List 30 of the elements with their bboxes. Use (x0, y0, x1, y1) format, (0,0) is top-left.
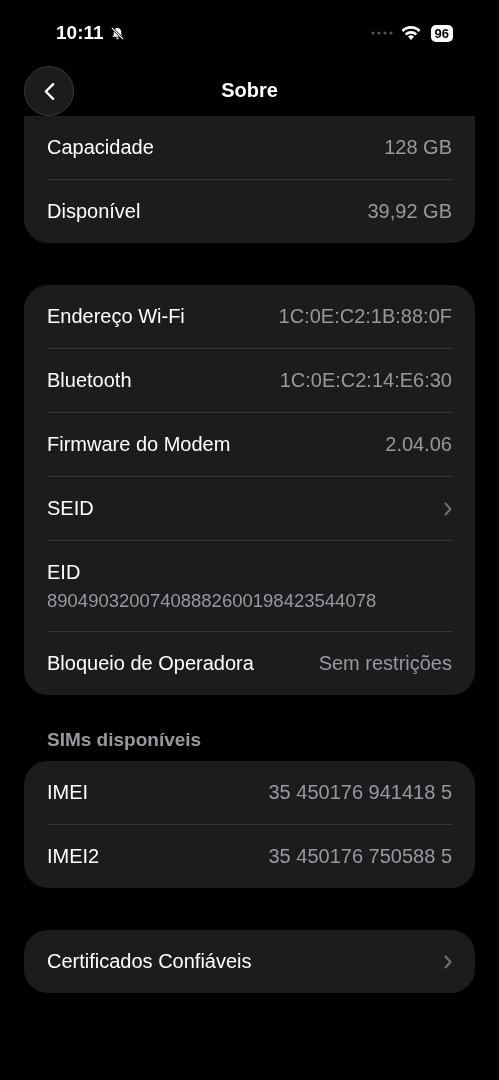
row-value: Sem restrições (318, 652, 452, 675)
section-header: SIMs disponíveis (47, 729, 203, 751)
row-value: 1C:0E:C2:1B:88:0F (278, 305, 452, 328)
chevron-right-icon (444, 954, 452, 969)
row-value: 35 450176 750588 5 (268, 845, 452, 868)
row-label: EID (47, 560, 81, 584)
row-label: IMEI2 (47, 845, 100, 868)
row-value: 128 GB (384, 136, 452, 159)
row-value: 89049032007408882600198423544078 (47, 589, 377, 612)
page-title: Sobre (221, 78, 278, 102)
row-label: Firmware do Modem (47, 433, 231, 456)
row-label: IMEI (47, 781, 89, 804)
back-button[interactable] (24, 66, 74, 116)
signal-icon (370, 31, 395, 35)
row-value: 2.04.06 (385, 433, 452, 456)
chevron-right-icon (444, 501, 452, 516)
status-time: 10:11 (56, 22, 104, 44)
row-value: 1C:0E:C2:14:E6:30 (279, 369, 452, 392)
row-value: 39,92 GB (367, 200, 452, 223)
settings-row[interactable]: SEID (47, 477, 452, 540)
wifi-icon (400, 25, 421, 41)
row-label: Endereço Wi-Fi (47, 305, 185, 328)
row-label: Disponível (47, 200, 141, 223)
row-label: Bloqueio de Operadora (47, 652, 254, 675)
battery-level: 96 (430, 24, 453, 42)
row-label: Bluetooth (47, 369, 132, 392)
chevron-left-icon (43, 81, 55, 101)
row-value: 35 450176 941418 5 (268, 781, 452, 804)
settings-row[interactable]: Certificados Confiáveis (47, 930, 452, 993)
row-label: Capacidade (47, 136, 154, 159)
